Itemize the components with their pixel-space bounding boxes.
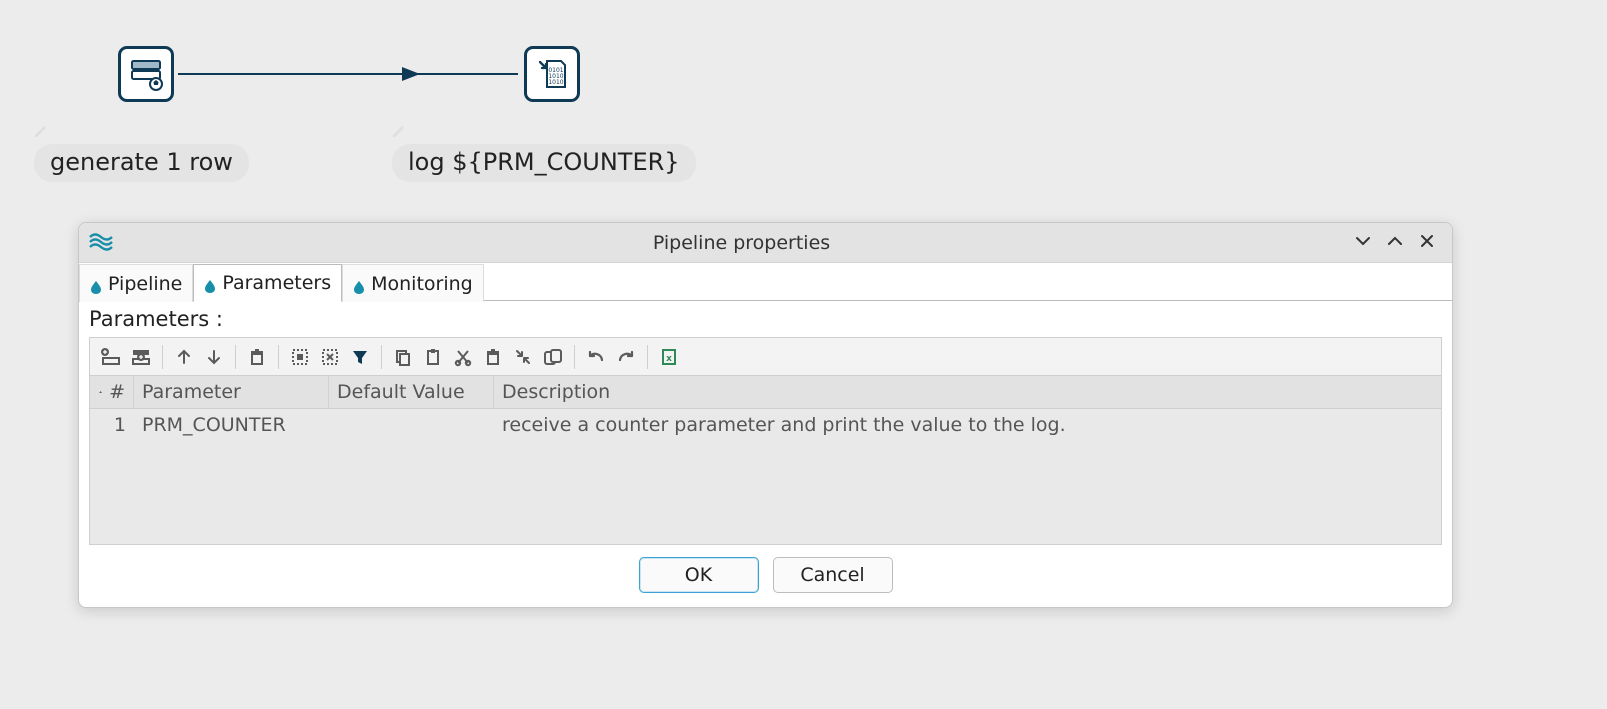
tabs-bar: Pipeline Parameters Monitoring	[79, 263, 1452, 301]
undo-icon[interactable]	[583, 344, 609, 370]
insert-row-icon[interactable]	[128, 344, 154, 370]
droplet-icon	[353, 277, 365, 291]
cell-description[interactable]: receive a counter parameter and print th…	[494, 409, 1441, 441]
node-label: log ${PRM_COUNTER}	[392, 144, 696, 182]
dialog-titlebar[interactable]: Pipeline properties	[79, 223, 1452, 263]
cut-icon[interactable]	[450, 344, 476, 370]
clear-selection-icon[interactable]	[317, 344, 343, 370]
sort-asc-icon	[98, 387, 103, 397]
cell-default-value[interactable]	[329, 409, 494, 441]
duplicate-icon[interactable]	[540, 344, 566, 370]
column-header-description[interactable]: Description	[494, 376, 1441, 408]
parameters-table[interactable]: # Parameter Default Value Description 1 …	[89, 375, 1442, 545]
arrow-head-icon	[402, 67, 420, 81]
node-log-counter[interactable]: 0101 1010 1010	[524, 46, 580, 102]
minimize-icon[interactable]	[1354, 232, 1372, 254]
svg-text:1010: 1010	[548, 79, 563, 86]
delete-all-icon[interactable]	[480, 344, 506, 370]
droplet-icon	[90, 277, 102, 291]
collapse-icon[interactable]	[510, 344, 536, 370]
svg-text:x: x	[666, 354, 672, 364]
maximize-icon[interactable]	[1386, 232, 1404, 254]
dialog-button-row: OK Cancel	[89, 545, 1442, 607]
tab-parameters[interactable]: Parameters	[193, 264, 342, 302]
tab-label: Parameters	[222, 272, 331, 294]
column-header-index[interactable]: #	[90, 376, 134, 408]
section-label-parameters: Parameters :	[89, 303, 1442, 337]
pipeline-properties-dialog: Pipeline properties Pipeline Parameters	[78, 222, 1453, 608]
app-icon	[89, 231, 113, 255]
column-header-default-value[interactable]: Default Value	[329, 376, 494, 408]
droplet-icon	[204, 276, 216, 290]
copy-icon[interactable]	[390, 344, 416, 370]
tab-pipeline[interactable]: Pipeline	[79, 264, 193, 302]
edit-icon	[390, 121, 408, 139]
paste-icon[interactable]	[420, 344, 446, 370]
export-excel-icon[interactable]: x	[656, 344, 682, 370]
close-icon[interactable]	[1418, 232, 1436, 254]
move-down-icon[interactable]	[201, 344, 227, 370]
pipeline-hop-arrow[interactable]	[178, 73, 518, 75]
cell-parameter[interactable]: PRM_COUNTER	[134, 409, 329, 441]
add-row-icon[interactable]	[98, 344, 124, 370]
write-to-log-icon: 0101 1010 1010	[524, 46, 580, 102]
tab-monitoring[interactable]: Monitoring	[342, 264, 484, 302]
cell-index: 1	[90, 409, 134, 441]
column-header-parameter[interactable]: Parameter	[134, 376, 329, 408]
ok-button[interactable]: OK	[639, 557, 759, 593]
select-all-icon[interactable]	[287, 344, 313, 370]
move-up-icon[interactable]	[171, 344, 197, 370]
delete-row-icon[interactable]	[244, 344, 270, 370]
redo-icon[interactable]	[613, 344, 639, 370]
node-label: generate 1 row	[34, 144, 249, 182]
parameters-toolbar: x	[89, 337, 1442, 375]
node-generate-row[interactable]	[118, 46, 174, 102]
tab-label: Pipeline	[108, 273, 182, 295]
table-row[interactable]: 1 PRM_COUNTER receive a counter paramete…	[90, 409, 1441, 441]
cancel-button[interactable]: Cancel	[773, 557, 893, 593]
dialog-title: Pipeline properties	[129, 232, 1354, 254]
filter-icon[interactable]	[347, 344, 373, 370]
generate-rows-icon	[118, 46, 174, 102]
edit-icon	[32, 121, 50, 139]
tab-label: Monitoring	[371, 273, 473, 295]
table-header-row: # Parameter Default Value Description	[90, 376, 1441, 409]
